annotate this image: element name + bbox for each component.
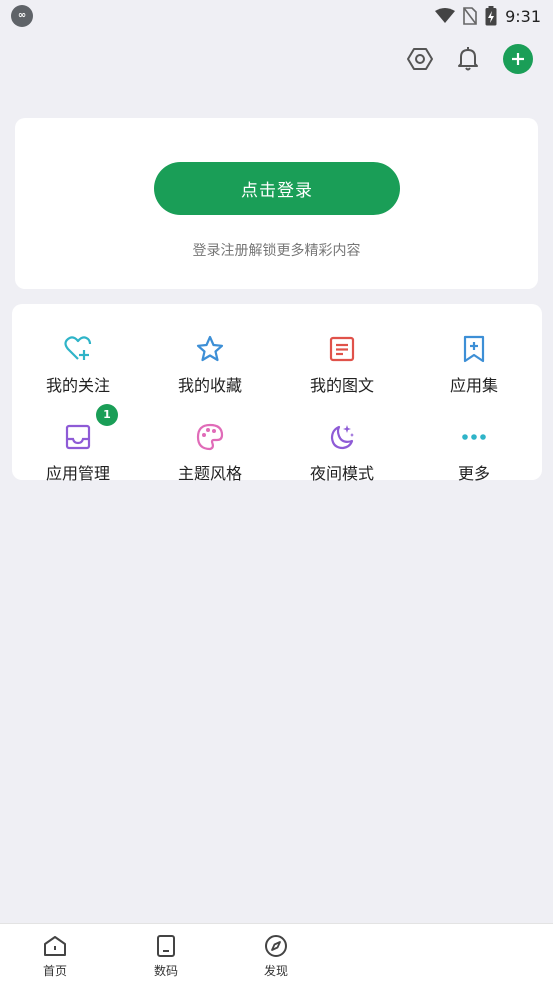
menu-item-label: 我的图文 — [309, 376, 374, 395]
palette-icon — [195, 422, 225, 452]
menu-item-theme[interactable]: 主题风格 — [144, 406, 276, 486]
add-button[interactable] — [503, 44, 533, 74]
clock: 9:31 — [505, 6, 541, 26]
menu-item-favorites[interactable]: 我的收藏 — [144, 318, 276, 398]
star-icon — [195, 334, 225, 364]
menu-item-app-management[interactable]: 1 应用管理 — [12, 404, 144, 486]
moon-stars-icon — [327, 422, 357, 452]
menu-item-label: 我的关注 — [45, 376, 110, 395]
menu-item-app-collections[interactable]: 应用集 — [408, 318, 540, 398]
status-icons: 9:31 — [435, 4, 541, 28]
nav-label: 发现 — [263, 964, 288, 978]
menu-item-more[interactable]: 更多 — [408, 406, 540, 486]
menu-item-label: 应用集 — [449, 376, 498, 395]
nav-label: 首页 — [42, 964, 67, 978]
compass-icon — [264, 934, 288, 958]
settings-hexagon-icon[interactable] — [405, 44, 435, 74]
nav-item-home[interactable]: 首页 — [30, 932, 80, 980]
menu-item-articles[interactable]: 我的图文 — [276, 318, 408, 398]
login-button[interactable]: 点击登录 — [154, 162, 400, 215]
heart-plus-icon — [63, 334, 93, 364]
update-count-badge: 1 — [96, 404, 118, 426]
article-icon — [327, 334, 357, 364]
tablet-icon — [154, 934, 178, 958]
login-card: 点击登录 登录注册解锁更多精彩内容 — [15, 118, 538, 289]
menu-item-follows[interactable]: 我的关注 — [12, 318, 144, 398]
menu-card: 我的关注 我的收藏 我的图文 应用集 1 应用管理 主题风格 夜间模式 更多 — [12, 304, 542, 483]
inbox-icon — [63, 422, 93, 452]
menu-item-night-mode[interactable]: 夜间模式 — [276, 406, 408, 486]
nav-label: 数码 — [153, 964, 178, 978]
add-icon — [512, 53, 524, 65]
menu-item-label: 我的收藏 — [177, 376, 242, 395]
home-icon — [43, 934, 67, 958]
more-dots-icon — [459, 422, 489, 452]
nav-item-discover[interactable]: 发现 — [251, 932, 301, 980]
nav-fade-overlay — [353, 924, 553, 984]
login-hint: 登录注册解锁更多精彩内容 — [192, 243, 361, 259]
menu-item-label: 应用管理 — [45, 464, 110, 483]
bottom-nav: 首页 数码 发现 — [0, 923, 553, 984]
wifi-icon — [435, 8, 456, 23]
bell-icon[interactable] — [453, 44, 483, 74]
app-notification-icon: ∞ — [11, 5, 33, 27]
menu-item-label: 主题风格 — [177, 464, 242, 483]
menu-item-label: 夜间模式 — [309, 464, 374, 483]
battery-charging-icon — [485, 6, 497, 26]
bookmark-plus-icon — [459, 334, 489, 364]
no-sim-icon — [463, 7, 477, 25]
status-bar: ∞ 9:31 — [0, 0, 553, 32]
menu-item-label: 更多 — [457, 464, 490, 483]
nav-item-digital[interactable]: 数码 — [141, 932, 191, 980]
